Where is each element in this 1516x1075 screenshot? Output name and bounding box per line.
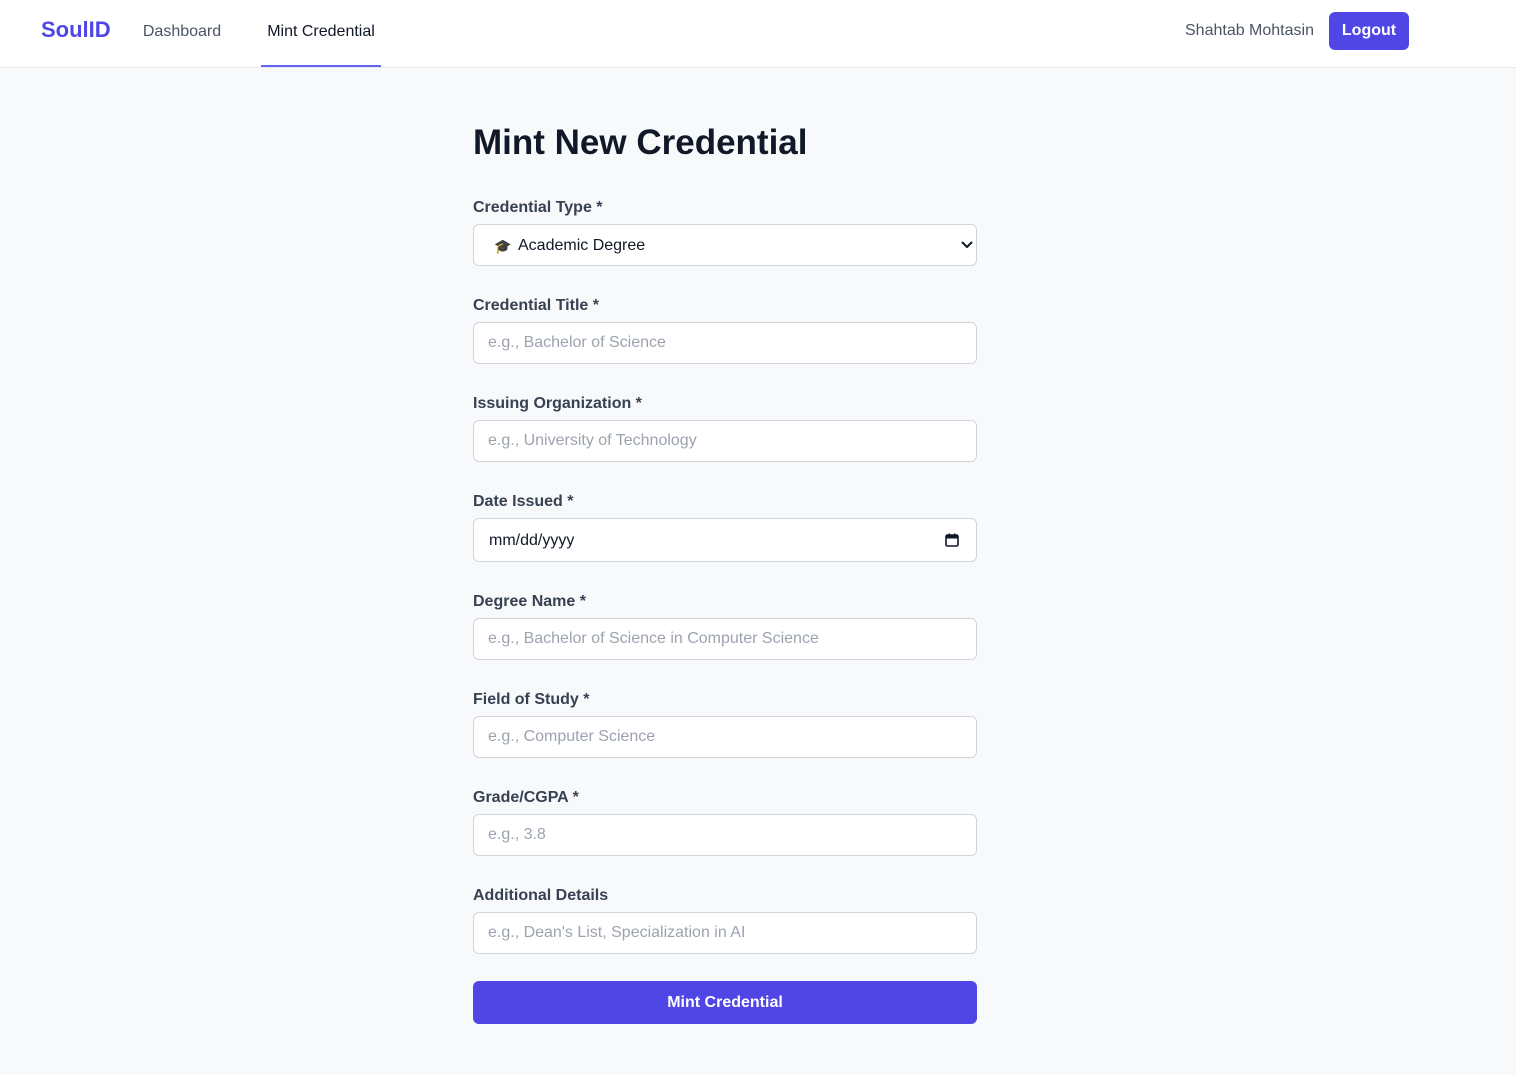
field-of-study-group: Field of Study * (473, 691, 977, 758)
grade-input[interactable] (473, 814, 977, 856)
field-of-study-label: Field of Study * (473, 691, 590, 708)
nav-dashboard-link[interactable]: Dashboard (132, 0, 232, 67)
credential-title-input[interactable] (473, 322, 977, 364)
nav-mint-credential-link[interactable]: Mint Credential (261, 0, 381, 67)
brand-logo[interactable]: SoulID (41, 17, 111, 43)
credential-title-label: Credential Title * (473, 297, 599, 314)
credential-type-value: Academic Degree (518, 237, 646, 254)
user-name: Shahtab Mohtasin (1185, 22, 1314, 39)
field-of-study-input[interactable] (473, 716, 977, 758)
date-issued-label: Date Issued * (473, 493, 574, 510)
credential-title-group: Credential Title * (473, 297, 977, 364)
mint-credential-button[interactable]: Mint Credential (473, 981, 977, 1024)
degree-name-label: Degree Name * (473, 593, 586, 610)
degree-name-input[interactable] (473, 618, 977, 660)
logout-button[interactable]: Logout (1329, 12, 1409, 50)
additional-details-group: Additional Details (473, 887, 977, 954)
date-issued-placeholder: mm/dd/yyyy (489, 532, 575, 549)
credential-type-group: Credential Type * 🎓 Academic Degree (473, 199, 977, 266)
graduation-cap-icon: 🎓 (494, 238, 512, 254)
page-title: Mint New Credential (473, 123, 808, 162)
calendar-icon[interactable] (945, 533, 959, 547)
grade-group: Grade/CGPA * (473, 789, 977, 856)
top-navbar: SoulID Dashboard Mint Credential Shahtab… (0, 0, 1516, 68)
mint-credential-form: Mint New Credential Credential Type * 🎓 … (473, 122, 977, 1024)
credential-type-label: Credential Type * (473, 199, 603, 216)
date-issued-input[interactable]: mm/dd/yyyy (473, 518, 977, 562)
date-issued-group: Date Issued * mm/dd/yyyy (473, 493, 977, 562)
credential-type-select[interactable]: 🎓 Academic Degree (473, 224, 977, 266)
degree-name-group: Degree Name * (473, 593, 977, 660)
issuing-organization-group: Issuing Organization * (473, 395, 977, 462)
additional-details-label: Additional Details (473, 887, 609, 904)
chevron-down-icon (961, 241, 973, 248)
grade-label: Grade/CGPA * (473, 789, 579, 806)
issuing-organization-input[interactable] (473, 420, 977, 462)
issuing-organization-label: Issuing Organization * (473, 395, 642, 412)
additional-details-input[interactable] (473, 912, 977, 954)
